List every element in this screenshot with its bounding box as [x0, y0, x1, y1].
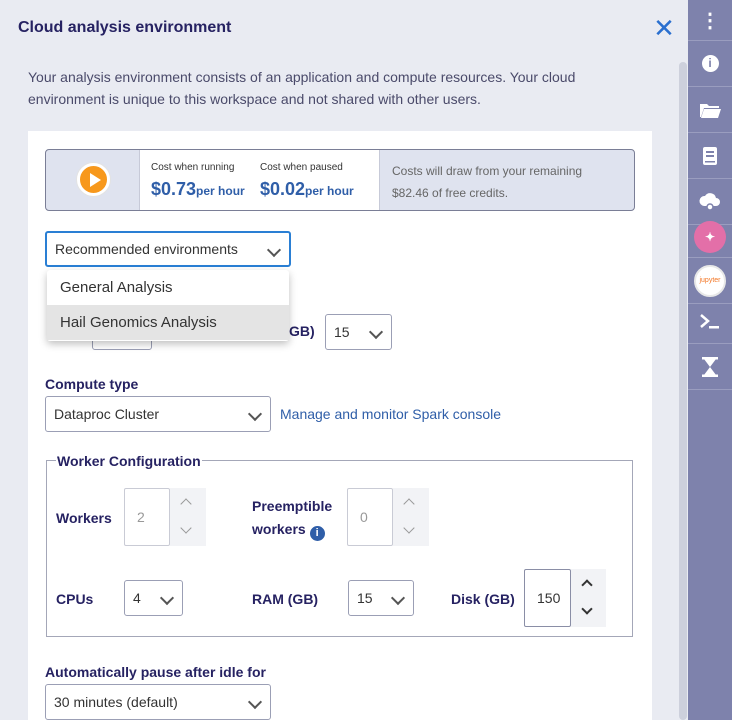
panel-title: Cloud analysis environment [18, 19, 232, 36]
autopause-select[interactable]: 30 minutes (default) [45, 684, 271, 720]
right-sidebar: ⋮ i ✦ jupyter [688, 0, 732, 720]
disk-stepper[interactable]: 150 [524, 569, 606, 627]
compute-type-label: Compute type [45, 376, 139, 392]
environment-select[interactable]: Recommended environments [45, 231, 291, 267]
disk-arrows [571, 569, 606, 627]
environment-select-value: Recommended environments [55, 241, 238, 257]
chevron-down-icon [247, 694, 263, 710]
chevron-up-icon[interactable] [180, 498, 192, 510]
cost-running-value: $0.73per hour [151, 179, 245, 199]
preemptible-stepper[interactable]: 0 [347, 488, 429, 546]
cost-summary: Cost when running $0.73per hour Cost whe… [45, 149, 635, 211]
info-icon[interactable]: i [309, 526, 325, 541]
cost-running: Cost when running $0.73per hour [151, 162, 245, 200]
environment-dropdown-menu: General Analysis Hail Genomics Analysis [47, 270, 289, 341]
chevron-down-icon [247, 406, 263, 422]
chevron-down-icon[interactable] [403, 522, 415, 534]
hourglass-icon[interactable] [688, 344, 732, 390]
chevron-down-icon [266, 242, 282, 258]
autopause-label: Automatically pause after idle for [45, 664, 266, 680]
scrollbar[interactable] [679, 62, 687, 720]
disk-gb-label-partial: GB) [289, 323, 315, 339]
cost-paused: Cost when paused $0.02per hour [260, 162, 354, 200]
chevron-down-icon [368, 324, 384, 340]
compute-type-value: Dataproc Cluster [54, 406, 160, 422]
more-vertical-icon[interactable]: ⋮ [688, 0, 732, 41]
credits-text: Costs will draw from your remaining $82.… [392, 164, 583, 200]
option-general-analysis[interactable]: General Analysis [47, 270, 289, 305]
workers-value[interactable]: 2 [124, 488, 170, 546]
chevron-down-icon[interactable] [581, 603, 593, 615]
preemptible-label-line1: Preemptible [252, 498, 333, 514]
chevron-down-icon [159, 590, 175, 606]
info-icon[interactable]: i [688, 41, 732, 87]
preemptible-value[interactable]: 0 [347, 488, 393, 546]
cpus-label: CPUs [56, 591, 94, 607]
workers-stepper[interactable]: 2 [124, 488, 206, 546]
cost-values: Cost when running $0.73per hour Cost whe… [139, 150, 380, 210]
cloud-environment-panel: Cloud analysis environment ✕ Your analys… [0, 0, 688, 720]
chevron-up-icon[interactable] [581, 579, 593, 591]
ram-label: RAM (GB) [252, 591, 319, 607]
preemptible-arrows [393, 488, 429, 546]
play-icon[interactable] [77, 163, 110, 196]
autopause-value: 30 minutes (default) [54, 694, 178, 710]
workers-label: Workers [56, 510, 112, 526]
master-disk-value: 15 [334, 324, 350, 340]
intro-text: Your analysis environment consists of an… [28, 69, 576, 107]
cpus-value: 4 [133, 590, 141, 606]
compute-type-select[interactable]: Dataproc Cluster [45, 396, 271, 432]
cpus-select[interactable]: 4 [124, 580, 183, 616]
spark-console-link[interactable]: Manage and monitor Spark console [280, 406, 501, 422]
folder-icon[interactable] [688, 87, 732, 133]
disk-value[interactable]: 150 [524, 569, 571, 627]
disk-label: Disk (GB) [451, 591, 515, 607]
ram-value: 15 [357, 590, 373, 606]
option-hail-genomics-analysis[interactable]: Hail Genomics Analysis [47, 305, 289, 340]
cost-paused-label: Cost when paused [260, 162, 343, 173]
workers-arrows [170, 488, 206, 546]
cost-paused-value: $0.02per hour [260, 179, 354, 199]
close-icon[interactable]: ✕ [652, 15, 676, 41]
chevron-down-icon[interactable] [180, 522, 192, 534]
chevron-down-icon [390, 590, 406, 606]
galaxy-icon[interactable]: ✦ [688, 216, 732, 258]
notebook-icon[interactable] [688, 133, 732, 179]
preemptible-label-line2: workers i [252, 521, 325, 541]
chevron-up-icon[interactable] [403, 498, 415, 510]
terminal-icon[interactable] [688, 298, 732, 344]
cost-running-label: Cost when running [151, 162, 235, 173]
play-area [46, 150, 139, 210]
worker-configuration-legend: Worker Configuration [56, 453, 202, 469]
ram-select[interactable]: 15 [348, 580, 414, 616]
master-disk-select[interactable]: 15 [325, 314, 392, 350]
